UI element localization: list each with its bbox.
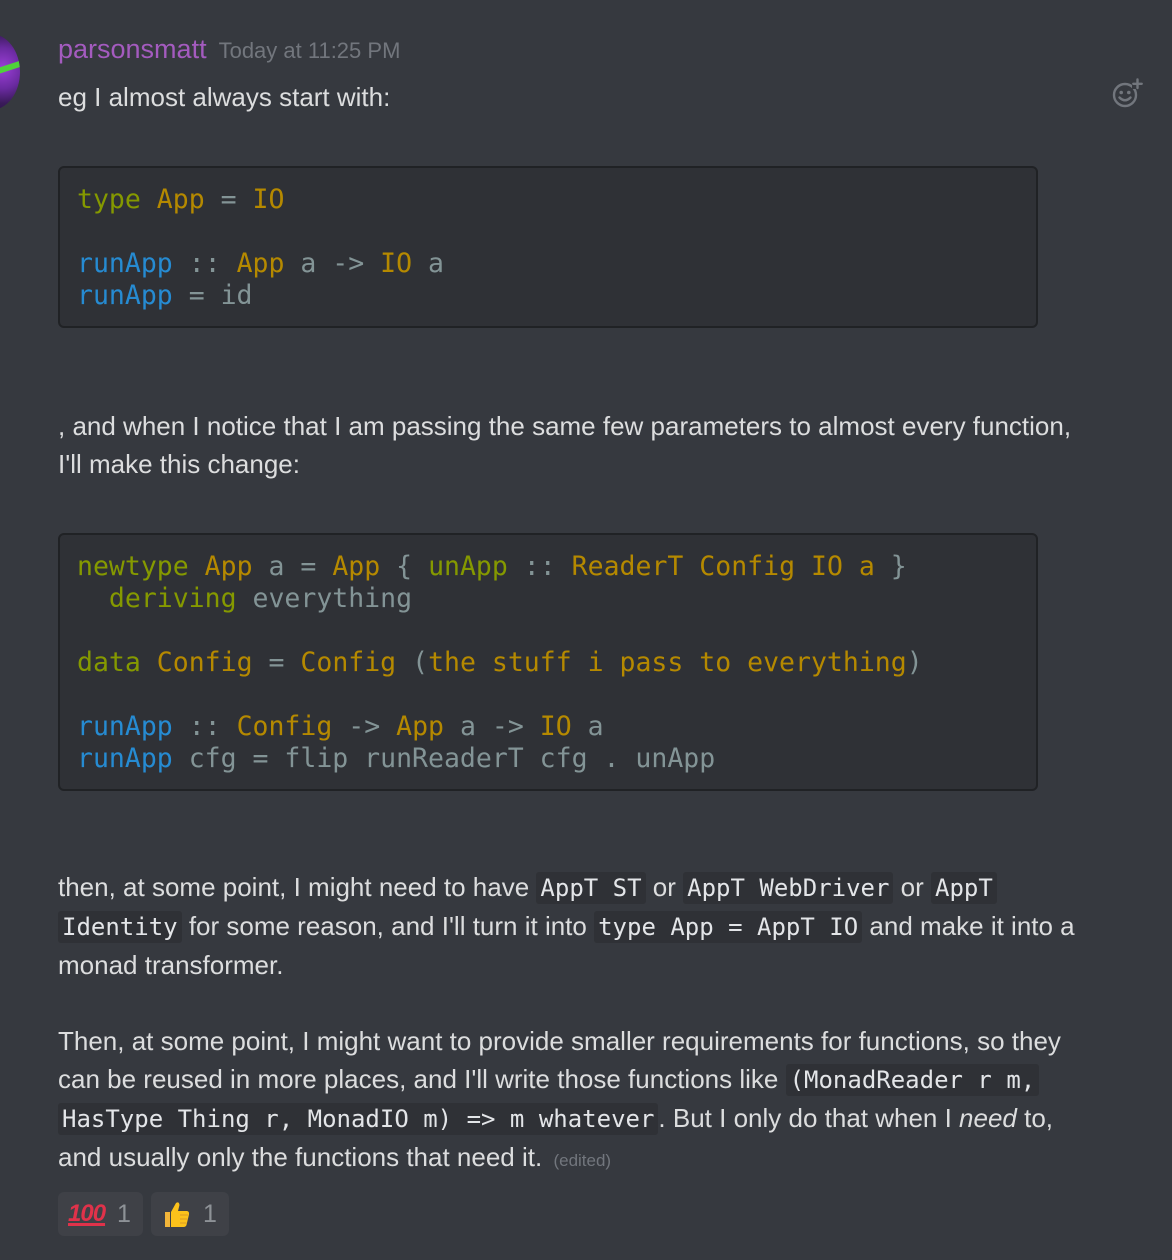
inline-code: AppT WebDriver [683, 872, 894, 904]
reaction-count: 1 [202, 1199, 217, 1228]
avatar[interactable] [0, 34, 20, 110]
100-icon: 100 [68, 1200, 106, 1227]
reaction-100[interactable]: 100 1 [58, 1192, 143, 1236]
message-text: monad transformer. [58, 950, 284, 980]
message-text: Then, at some point, I might want to pro… [58, 1026, 1061, 1056]
message-text: and usually only the functions that need… [58, 1142, 612, 1172]
inline-code: Identity [58, 911, 182, 943]
message-header: parsonsmatt Today at 11:25 PM [58, 34, 400, 74]
message-text: I'll make this change: [58, 449, 300, 479]
reaction-count: 1 [117, 1199, 131, 1228]
inline-code: (MonadReader r m, [785, 1064, 1040, 1096]
message-text: HasType Thing r, MonadIO m) => m whateve… [58, 1099, 1158, 1138]
inline-code: AppT [931, 872, 997, 904]
inline-code: AppT ST [536, 872, 646, 904]
code-block-2: newtype App a = App { unApp :: ReaderT C… [58, 533, 1038, 791]
reaction-thumbs-up[interactable]: 1 [150, 1192, 229, 1236]
reactions-bar: 100 1 1 [58, 1192, 229, 1236]
inline-code: HasType Thing r, MonadIO m) => m whateve… [58, 1103, 659, 1135]
inline-code: type App = AppT IO [594, 911, 863, 943]
message-text: then, at some point, I might need to hav… [58, 868, 1158, 907]
message-text: , and when I notice that I am passing th… [58, 411, 1072, 441]
thumbs-up-icon [161, 1199, 191, 1229]
emphasis: need [959, 1103, 1017, 1133]
edited-label: (edited) [553, 1151, 612, 1170]
message-intro: eg I almost always start with: [58, 82, 391, 112]
timestamp[interactable]: Today at 11:25 PM [219, 38, 401, 64]
username[interactable]: parsonsmatt [58, 34, 207, 65]
code-block-1: type App = IO runApp :: App a -> IO a ru… [58, 166, 1038, 328]
message-text: Identity for some reason, and I'll turn … [58, 907, 1158, 946]
message-content: eg I almost always start with: type App … [58, 78, 1158, 1180]
message-text: can be reused in more places, and I'll w… [58, 1060, 1158, 1099]
avatar-decoration [0, 60, 20, 86]
